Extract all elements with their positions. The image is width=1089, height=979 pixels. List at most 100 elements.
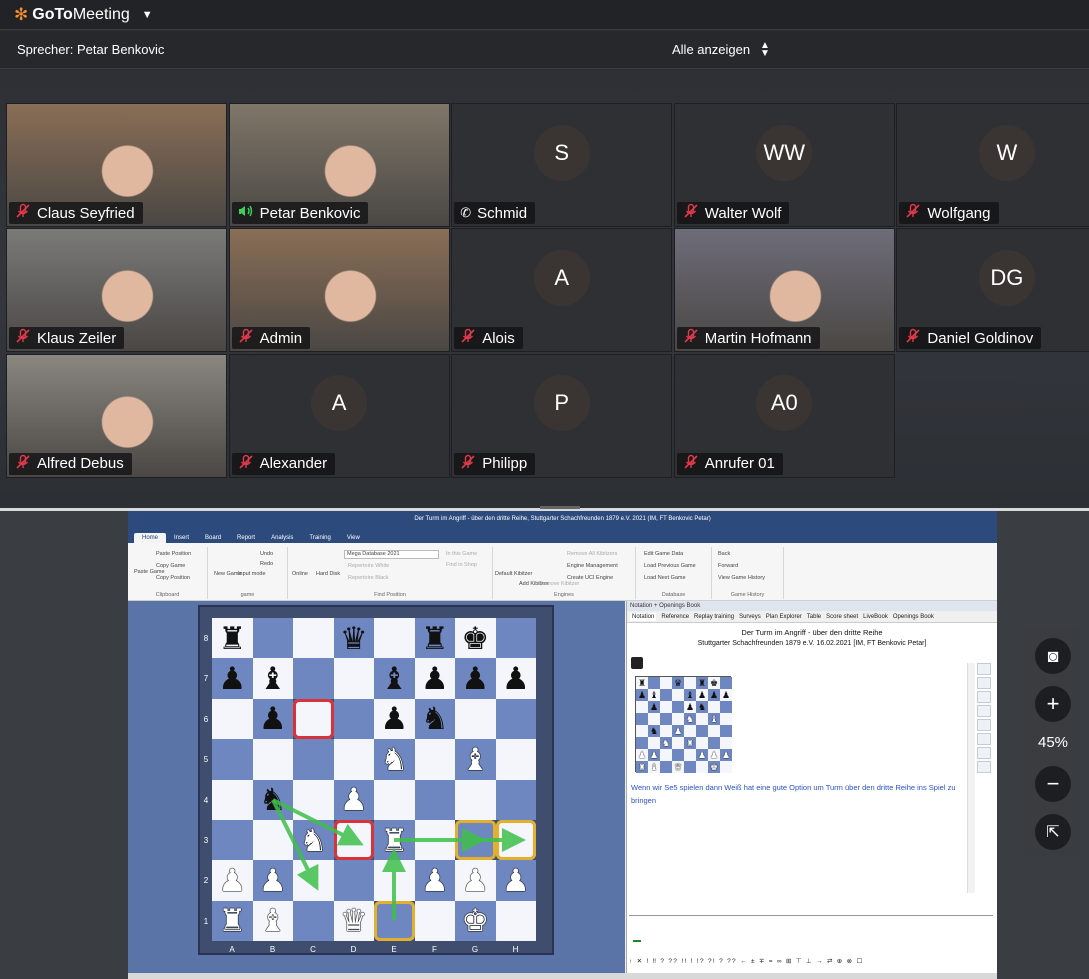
ribbon-tab-analysis[interactable]: Analysis [263,533,301,543]
remove-kibitzer-button[interactable]: Remove Kibitzer [539,581,579,587]
participant-tile[interactable]: WW Walter Wolf [673,103,895,227]
ribbon-tab-training[interactable]: Training [301,533,338,543]
ribbon-tab-board[interactable]: Board [197,533,229,543]
square-b4[interactable]: ♞ [252,779,293,820]
square-c2[interactable] [293,860,334,901]
tool-icon[interactable] [977,677,991,689]
ribbon-tab-home[interactable]: Home [134,533,167,543]
black-bishop-icon[interactable]: ♝ [259,663,287,694]
notation-tab[interactable]: Score sheet [826,614,858,620]
white-pawn-icon[interactable]: ♟ [218,865,246,896]
chessboard[interactable]: ♜ ♛ ♜ ♚ ♟ ♝ ♝ ♟ ♟ ♟ ♟ ♟ ♞ ♞ ♝ ♞ ♟ ♞ ♜ ♟ ♟ ♟ ♟ ♟ ♜ ♝ ♛ ♚ [212,618,536,942]
zoom-out-icon[interactable]: − [1035,766,1071,802]
square-g6[interactable] [455,698,496,740]
square-h6[interactable] [495,698,536,740]
square-g5[interactable]: ♝ [455,739,496,780]
square-h5[interactable] [495,739,536,780]
notation-tab[interactable]: Table [807,614,821,620]
engine-icon[interactable] [631,657,643,669]
square-h1[interactable] [495,900,536,942]
copy-position-button[interactable]: Copy Position [156,575,190,581]
square-e8[interactable] [374,618,415,659]
participant-tile[interactable]: A Alexander [228,353,450,478]
black-queen-icon[interactable]: ♛ [340,623,368,654]
copy-game-button[interactable]: Copy Game [156,563,185,569]
square-c6[interactable] [293,698,334,740]
square-d6[interactable] [333,698,374,740]
white-pawn-icon[interactable]: ♟ [461,865,489,896]
square-c7[interactable] [293,658,334,699]
white-pawn-icon[interactable]: ♟ [340,784,368,815]
square-b6[interactable]: ♟ [252,698,293,740]
square-d2[interactable] [333,860,374,901]
black-king-icon[interactable]: ♚ [461,623,489,654]
ribbon-tab-view[interactable]: View [339,533,368,543]
tool-icon[interactable] [977,747,991,759]
black-pawn-icon[interactable]: ♟ [259,703,287,734]
white-knight-icon[interactable]: ♞ [380,744,408,775]
tool-icon[interactable] [977,761,991,773]
square-e5[interactable]: ♞ [374,739,415,780]
square-f7[interactable]: ♟ [414,658,455,699]
tool-icon[interactable] [977,733,991,745]
edit-game-data-button[interactable]: Edit Game Data [644,551,683,557]
participant-tile[interactable]: Petar Benkovic [228,103,450,227]
participant-tile[interactable]: P Philipp [451,353,673,478]
repertoire-black-button[interactable]: Repertoire Black [348,575,389,581]
tool-icon[interactable] [977,663,991,675]
square-f5[interactable] [414,739,455,780]
square-g3[interactable] [455,820,496,861]
white-pawn-icon[interactable]: ♟ [259,865,287,896]
square-g8[interactable]: ♚ [455,618,496,659]
notation-scrollbar[interactable] [967,663,975,893]
square-a7[interactable]: ♟ [212,658,253,699]
square-c8[interactable] [293,618,334,659]
white-king-icon[interactable]: ♚ [461,905,489,936]
square-b8[interactable] [252,618,293,659]
redo-button[interactable]: Redo [260,561,273,567]
square-c1[interactable] [293,900,334,942]
forward-button[interactable]: Forward [718,563,738,569]
participant-tile[interactable]: A Alois [451,228,673,353]
square-e2[interactable] [374,860,415,901]
black-bishop-icon[interactable]: ♝ [380,663,408,694]
notation-tab[interactable]: LiveBook [863,614,888,620]
tool-icon[interactable] [977,719,991,731]
black-knight-icon[interactable]: ♞ [421,703,449,734]
find-in-shop-button[interactable]: Find in Shop [446,562,477,568]
square-h4[interactable] [495,779,536,820]
square-e1[interactable] [374,900,415,942]
repertoire-white-button[interactable]: Repertoire White [348,563,389,569]
create-uci-engine-button[interactable]: Create UCI Engine [567,575,613,581]
square-g2[interactable]: ♟ [455,860,496,901]
view-game-history-button[interactable]: View Game History [718,575,765,581]
back-button[interactable]: Back [718,551,730,557]
square-f3[interactable] [414,820,455,861]
in-this-game-button[interactable]: In this Game [446,551,477,557]
square-g4[interactable] [455,779,496,820]
pop-out-icon[interactable]: ⇱ [1035,814,1071,850]
square-b3[interactable] [252,820,293,861]
square-f8[interactable]: ♜ [414,618,455,659]
engine-management-button[interactable]: Engine Management [567,563,618,569]
hard-disk-button[interactable]: Hard Disk [316,571,340,577]
square-d8[interactable]: ♛ [333,618,374,659]
paste-position-button[interactable]: Paste Position [156,551,191,557]
black-rook-icon[interactable]: ♜ [218,623,246,654]
show-all-dropdown[interactable]: Alle anzeigen [672,42,750,57]
input-mode-button[interactable]: Input mode [238,571,266,577]
black-pawn-icon[interactable]: ♟ [380,703,408,734]
square-b5[interactable] [252,739,293,780]
black-pawn-icon[interactable]: ♟ [461,663,489,694]
notation-tab[interactable]: Surveys [739,614,761,620]
white-knight-icon[interactable]: ♞ [299,825,327,856]
online-button[interactable]: Online [292,571,308,577]
notation-tab[interactable]: Openings Book [893,614,934,620]
black-pawn-icon[interactable]: ♟ [421,663,449,694]
square-g7[interactable]: ♟ [455,658,496,699]
tool-icon[interactable] [977,691,991,703]
participant-tile[interactable]: Martin Hofmann [673,228,895,353]
square-d7[interactable] [333,658,374,699]
participant-tile[interactable]: DG Daniel Goldinov [896,228,1089,353]
white-pawn-icon[interactable]: ♟ [502,865,530,896]
